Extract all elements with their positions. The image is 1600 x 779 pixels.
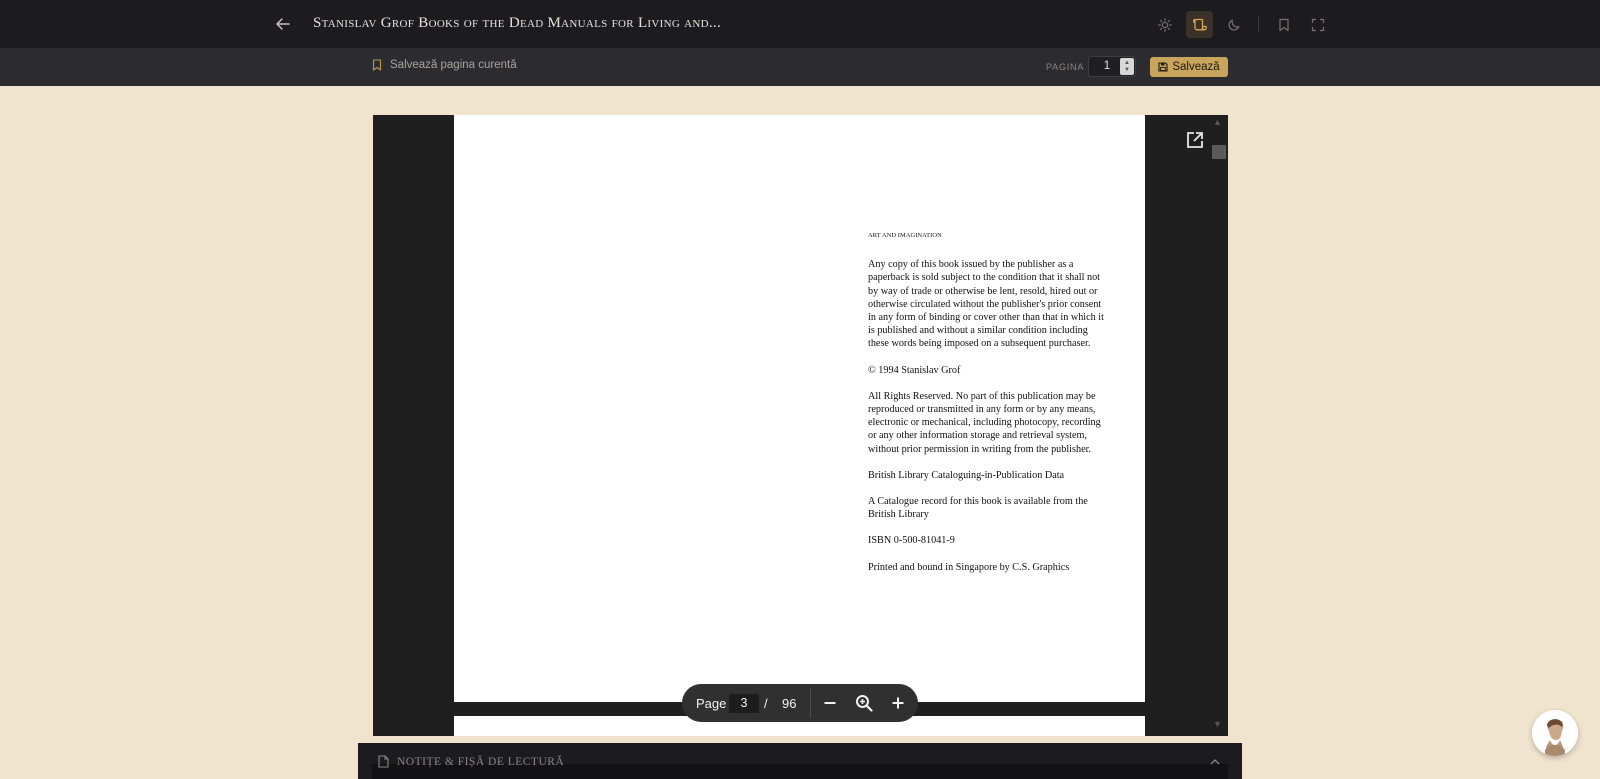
pdf-paragraph: British Library Cataloguing-in-Publicati…: [868, 469, 1065, 481]
pdf-header: ART AND IMAGINATION: [868, 232, 942, 239]
floppy-disk-icon: [1158, 62, 1168, 72]
arrow-left-icon: [276, 18, 290, 30]
bookmark-icon: [372, 59, 382, 71]
chevron-up-icon: [1210, 759, 1220, 765]
bookmark-icon: [1278, 18, 1289, 31]
assistant-avatar[interactable]: [1532, 710, 1578, 756]
current-page-input[interactable]: 3: [729, 694, 759, 713]
notes-title: NOTIȚE & FIȘĂ DE LECTURĂ: [397, 755, 565, 768]
pdf-paragraph: Printed and bound in Singapore by C.S. G…: [868, 561, 1070, 573]
zoom-button[interactable]: [854, 693, 874, 713]
notes-panel-toggle[interactable]: NOTIȚE & FIȘĂ DE LECTURĂ: [378, 755, 564, 768]
toolbar-divider: [1258, 15, 1259, 33]
chevron-down-icon: ▼: [1124, 66, 1130, 73]
fullscreen-icon: [1311, 18, 1324, 31]
book-title: Stanislav Grof Books of the Dead Manuals…: [313, 15, 722, 31]
plus-icon: [892, 697, 904, 709]
scroll-up-arrow[interactable]: ▲: [1213, 117, 1222, 127]
zoom-in-button[interactable]: [888, 693, 908, 713]
top-bar: Stanislav Grof Books of the Dead Manuals…: [0, 0, 1600, 48]
notes-panel: NOTIȚE & FIȘĂ DE LECTURĂ: [358, 743, 1242, 779]
open-external-icon: [1187, 132, 1203, 148]
scroll-down-arrow[interactable]: ▼: [1213, 719, 1222, 729]
back-button[interactable]: [270, 12, 296, 36]
moon-icon: [1228, 19, 1239, 30]
bookmark-button[interactable]: [1270, 11, 1297, 38]
pdf-paragraph: ISBN 0-500-81041-9: [868, 535, 955, 547]
pdf-paragraph: All Rights Reserved. No part of this pub…: [868, 390, 1101, 455]
pdf-paragraph: A Catalogue record for this book is avai…: [868, 496, 1088, 521]
statue-avatar-icon: [1532, 710, 1578, 756]
save-button[interactable]: Salvează: [1150, 57, 1228, 77]
page-label: PAGINA: [1046, 62, 1085, 72]
save-button-label: Salvează: [1172, 61, 1220, 73]
pdf-paragraph: Any copy of this book issued by the publ…: [868, 259, 1104, 350]
dark-theme-button[interactable]: [1220, 11, 1247, 38]
light-theme-button[interactable]: [1151, 11, 1178, 38]
pdf-toolbar: Page 3 / 96: [682, 684, 918, 722]
open-external-button[interactable]: [1185, 130, 1207, 152]
scroll-icon: [1193, 18, 1207, 31]
magnifier-icon: [856, 695, 873, 712]
page-number-stepper[interactable]: ▲ ▼: [1120, 58, 1134, 75]
sepia-theme-button[interactable]: [1186, 11, 1213, 38]
pdf-page: ART AND IMAGINATION Any copy of this boo…: [454, 115, 1145, 702]
sun-icon: [1157, 17, 1172, 32]
pdf-paragraph: © 1994 Stanislav Grof: [868, 364, 961, 376]
zoom-out-button[interactable]: [820, 693, 840, 713]
save-current-page-label: Salvează pagina curentă: [390, 59, 517, 71]
chevron-up-icon: ▲: [1124, 59, 1130, 66]
toolbar-divider: [810, 688, 811, 718]
minus-icon: [824, 702, 836, 704]
total-pages: 96: [782, 696, 797, 711]
document-icon: [378, 755, 389, 768]
fullscreen-button[interactable]: [1304, 11, 1331, 38]
page-label: Page: [696, 696, 727, 711]
page-save-bar: Salvează pagina curentă PAGINA 1 ▲ ▼ Sal…: [0, 48, 1600, 86]
scrollbar-thumb[interactable]: [1212, 145, 1226, 159]
save-current-page-link[interactable]: Salvează pagina curentă: [372, 59, 517, 71]
pdf-viewer[interactable]: ART AND IMAGINATION Any copy of this boo…: [373, 115, 1228, 736]
pdf-page-text: ART AND IMAGINATION Any copy of this boo…: [868, 229, 1108, 587]
collapse-notes-button[interactable]: [1209, 754, 1221, 772]
page-separator: /: [764, 696, 768, 711]
